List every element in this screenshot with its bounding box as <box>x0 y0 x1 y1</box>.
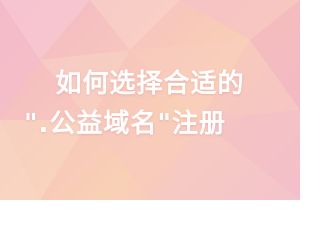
banner-title-line-1: 如何选择合适的 <box>55 69 245 99</box>
banner-title-line-2: ".公益域名"注册 <box>24 109 226 139</box>
banner: 如何选择合适的 ".公益域名"注册 <box>0 0 300 200</box>
banner-title: 如何选择合适的 ".公益域名"注册 <box>0 64 300 144</box>
